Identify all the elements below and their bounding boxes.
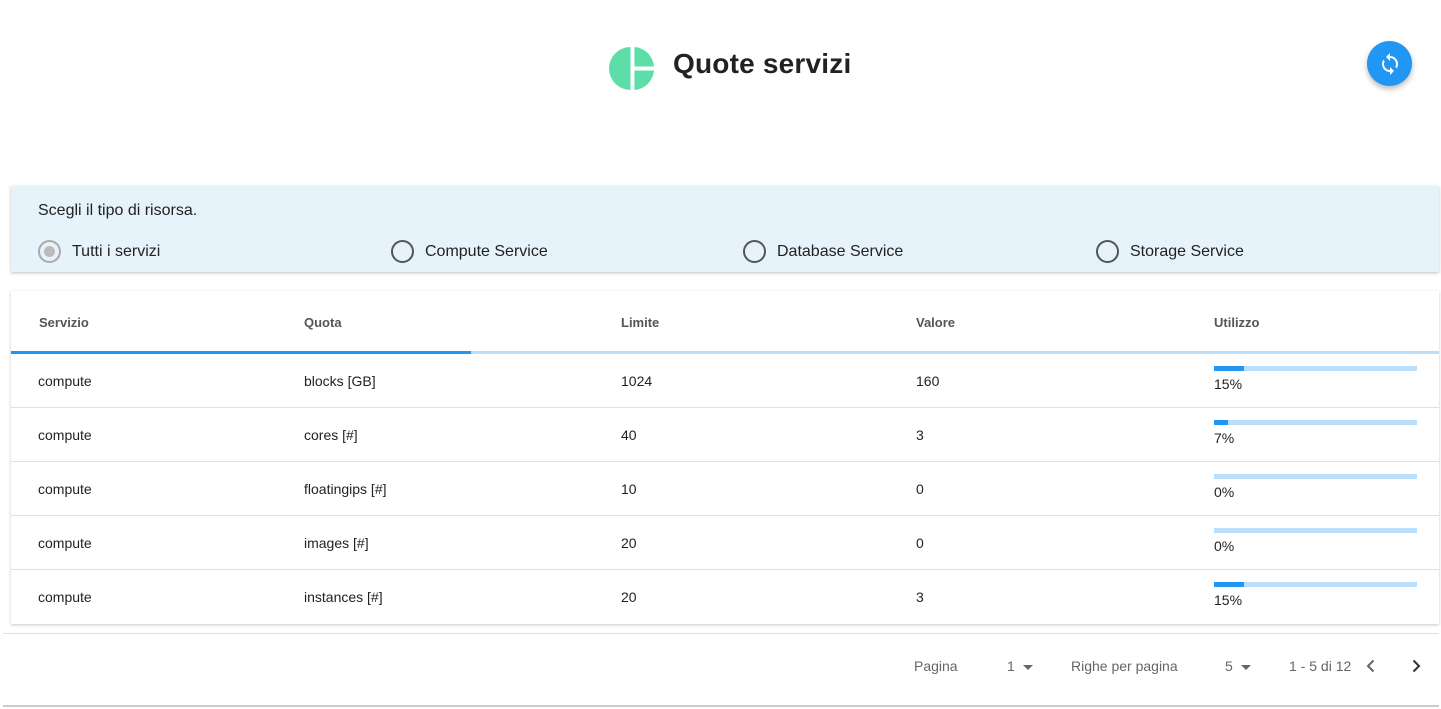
chevron-left-icon [1366,659,1375,673]
radio-database-service[interactable]: Database Service [743,240,903,263]
radio-label: Database Service [777,242,904,260]
radio-circle-checked[interactable] [38,240,61,263]
table-row: compute blocks [GB] 1024 160 15% [11,354,1439,408]
cell-limite: 1024 [621,373,653,389]
dropdown-arrow-icon [1022,664,1033,670]
column-header-limite[interactable]: Limite [621,315,659,330]
table-row: compute cores [#] 40 3 7% [11,408,1439,462]
usage-progress-fill [1214,582,1245,587]
radio-all-services[interactable]: Tutti i servizi [38,240,160,263]
cell-valore: 160 [916,373,940,389]
refresh-icon [1381,52,1398,75]
table-row: compute instances [#] 20 3 15% [11,570,1439,624]
usage-progress-bar [1214,420,1417,425]
usage-progress-bar [1214,582,1417,587]
usage-percent: 0% [1214,484,1235,500]
rows-per-page-label: Righe per pagina [1071,658,1178,674]
usage-percent: 7% [1214,430,1235,446]
page-select[interactable]: 1 [1007,658,1033,674]
table-row: compute images [#] 20 0 0% [11,516,1439,570]
dropdown-arrow-icon [1240,664,1251,670]
radio-circle[interactable] [743,240,766,263]
previous-page-button[interactable] [1361,656,1381,676]
page-label: Pagina [914,658,958,674]
cell-valore: 3 [916,589,924,605]
usage-percent: 15% [1214,376,1243,392]
column-header-valore[interactable]: Valore [916,315,955,330]
usage-percent: 0% [1214,538,1235,554]
rows-per-page-select[interactable]: 5 [1225,658,1251,674]
resource-type-filter: Scegli il tipo di risorsa. Tutti i servi… [11,186,1439,272]
cell-limite: 20 [621,589,637,605]
rows-per-page-value: 5 [1225,658,1233,674]
radio-storage-service[interactable]: Storage Service [1096,240,1244,263]
pagination-bar: Pagina 1 Righe per pagina 5 1 - 5 di 12 [3,633,1439,707]
cell-servizio: compute [38,481,92,497]
cell-servizio: compute [38,535,92,551]
usage-percent: 15% [1214,592,1243,608]
radio-label: Tutti i servizi [72,242,161,260]
cell-quota: floatingips [#] [304,481,387,497]
cell-servizio: compute [38,589,92,605]
table-row: compute floatingips [#] 10 0 0% [11,462,1439,516]
page-title: Quote servizi [673,48,852,79]
range-text: 1 - 5 di 12 [1289,658,1352,674]
usage-progress-fill [1214,366,1245,371]
column-header-quota[interactable]: Quota [304,315,342,330]
usage-progress-bar [1214,528,1417,533]
chevron-right-icon [1412,659,1421,673]
column-header-utilizzo[interactable]: Utilizzo [1214,315,1260,330]
cell-valore: 0 [916,535,924,551]
page-select-value: 1 [1007,658,1015,674]
page-header: Quote servizi [0,0,1441,140]
table-header: Servizio Quota Limite Valore Utilizzo [11,291,1439,355]
cell-quota: images [#] [304,535,369,551]
radio-compute-service[interactable]: Compute Service [391,240,548,263]
cell-servizio: compute [38,427,92,443]
cell-quota: blocks [GB] [304,373,376,389]
column-header-servizio[interactable]: Servizio [39,315,89,330]
radio-label: Storage Service [1130,242,1244,260]
cell-limite: 40 [621,427,637,443]
cell-limite: 10 [621,481,637,497]
cell-valore: 0 [916,481,924,497]
usage-progress-fill [1214,420,1229,425]
cell-quota: instances [#] [304,589,383,605]
pie-chart-icon [609,46,655,91]
usage-progress-bar [1214,474,1417,479]
filter-label: Scegli il tipo di risorsa. [38,202,198,219]
cell-valore: 3 [916,427,924,443]
usage-progress-bar [1214,366,1417,371]
refresh-button[interactable] [1367,41,1412,86]
radio-circle[interactable] [391,240,414,263]
cell-limite: 20 [621,535,637,551]
next-page-button[interactable] [1406,656,1426,676]
cell-quota: cores [#] [304,427,358,443]
radio-circle[interactable] [1096,240,1119,263]
cell-servizio: compute [38,373,92,389]
quota-table: Servizio Quota Limite Valore Utilizzo co… [11,291,1439,624]
radio-label: Compute Service [425,242,548,260]
